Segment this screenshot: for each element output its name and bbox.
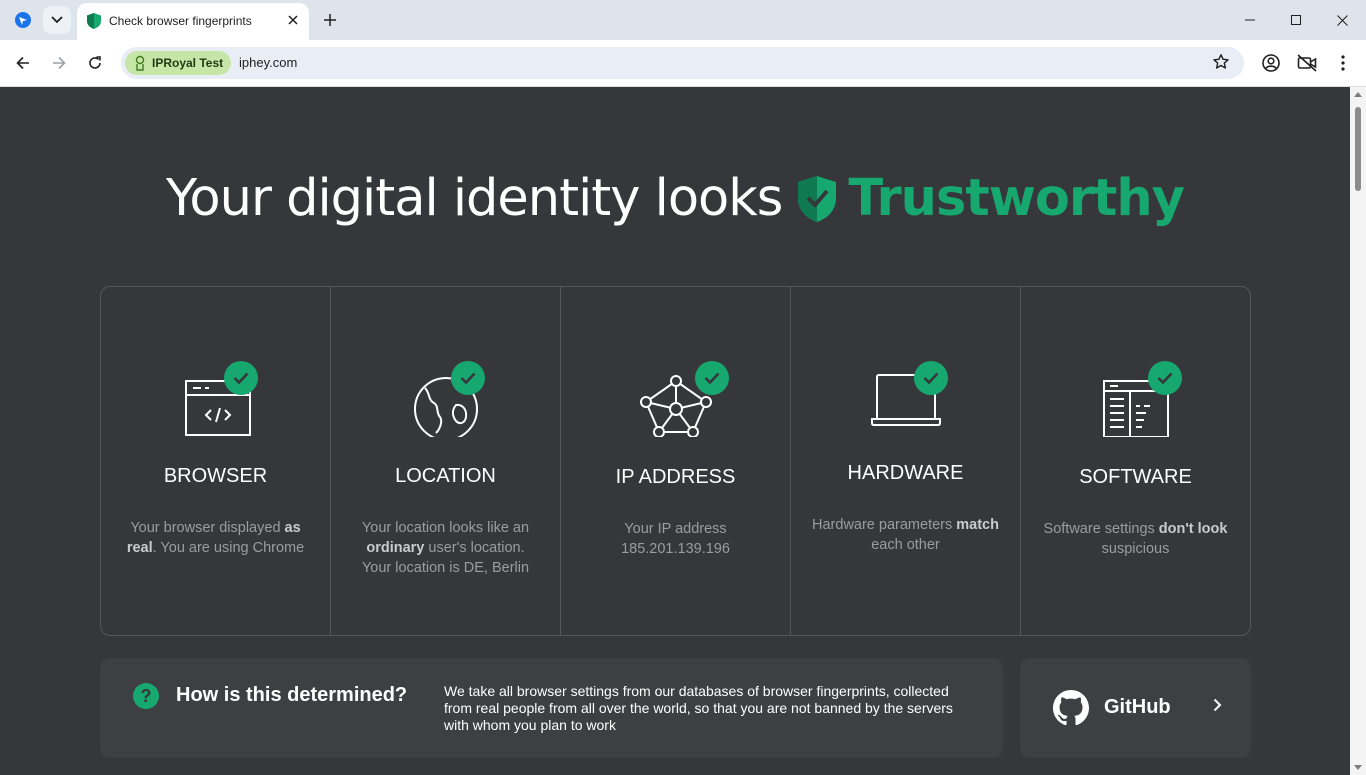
fingerprint-cards: BROWSER Your browser displayed as real. … bbox=[100, 286, 1251, 636]
menu-dots-icon[interactable] bbox=[1329, 49, 1357, 77]
reload-icon[interactable] bbox=[81, 49, 109, 77]
tab-strip: Check browser fingerprints bbox=[0, 0, 1366, 40]
shield-icon bbox=[796, 174, 838, 224]
card-description: Hardware parameters match each other bbox=[812, 517, 999, 553]
browser-code-icon bbox=[176, 361, 258, 437]
how-description: We take all browser settings from our da… bbox=[444, 683, 953, 733]
check-icon bbox=[1147, 361, 1182, 395]
hero-heading: Your digital identity looks Trustworthy bbox=[0, 169, 1350, 228]
check-icon bbox=[223, 361, 258, 395]
browser-toolbar: IPRoyal Test iphey.com bbox=[0, 40, 1366, 87]
card-title: SOFTWARE bbox=[1079, 466, 1192, 488]
profile-chip[interactable]: IPRoyal Test bbox=[125, 51, 232, 75]
page-scrollbar[interactable] bbox=[1350, 87, 1366, 775]
card-description: Your location looks like an ordinary use… bbox=[361, 520, 530, 576]
minimize-button[interactable] bbox=[1227, 0, 1273, 40]
card-description: Your browser displayed as real. You are … bbox=[126, 520, 305, 556]
card-title: HARDWARE bbox=[847, 462, 964, 484]
url-text[interactable]: iphey.com bbox=[239, 55, 297, 70]
chevron-right-icon bbox=[1213, 698, 1222, 717]
how-title: How is this determined? bbox=[176, 684, 408, 706]
check-icon bbox=[694, 361, 729, 395]
github-label: GitHub bbox=[1104, 696, 1171, 718]
active-tab[interactable]: Check browser fingerprints bbox=[77, 3, 309, 40]
card-description: Your IP address 185.201.139.196 bbox=[621, 521, 730, 557]
card-title: LOCATION bbox=[395, 465, 496, 487]
laptop-icon bbox=[866, 361, 948, 437]
scroll-down-arrow-icon[interactable] bbox=[1354, 765, 1362, 770]
tab-title: Check browser fingerprints bbox=[109, 14, 252, 28]
hero-prefix: Your digital identity looks bbox=[166, 169, 783, 228]
bookmark-star-icon[interactable] bbox=[1212, 53, 1230, 76]
globe-icon bbox=[406, 361, 486, 437]
card-description: Software settings don't look suspicious bbox=[1043, 521, 1228, 557]
card-title: BROWSER bbox=[163, 465, 268, 487]
card-hardware: HARDWARE Hardware parameters match each … bbox=[791, 287, 1021, 635]
how-determined-panel[interactable]: ? How is this determined? We take all br… bbox=[100, 658, 1003, 758]
network-icon bbox=[636, 361, 729, 437]
profile-chip-label: IPRoyal Test bbox=[152, 56, 224, 70]
card-ip-address: IP ADDRESS Your IP address 185.201.139.1… bbox=[561, 287, 791, 635]
camera-off-icon[interactable] bbox=[1293, 49, 1321, 77]
close-window-button[interactable] bbox=[1319, 0, 1365, 40]
address-bar[interactable]: IPRoyal Test iphey.com bbox=[121, 47, 1244, 79]
check-icon bbox=[450, 361, 485, 395]
maximize-button[interactable] bbox=[1273, 0, 1319, 40]
scroll-up-arrow-icon[interactable] bbox=[1354, 92, 1362, 97]
github-link[interactable]: GitHub bbox=[1020, 658, 1251, 758]
tab-search-button[interactable] bbox=[43, 6, 71, 34]
app-icon[interactable] bbox=[9, 6, 37, 34]
card-title: IP ADDRESS bbox=[615, 466, 736, 488]
back-arrow-icon[interactable] bbox=[9, 49, 37, 77]
scroll-thumb[interactable] bbox=[1355, 107, 1361, 191]
card-browser: BROWSER Your browser displayed as real. … bbox=[101, 287, 331, 635]
page-content: Your digital identity looks Trustworthy … bbox=[0, 87, 1350, 775]
hero-verdict: Trustworthy bbox=[848, 169, 1185, 228]
card-software: SOFTWARE Software settings don't look su… bbox=[1021, 287, 1250, 635]
forward-arrow-icon[interactable] bbox=[45, 49, 73, 77]
check-icon bbox=[913, 361, 948, 395]
close-tab-icon[interactable] bbox=[283, 10, 303, 30]
question-icon: ? bbox=[133, 683, 159, 709]
software-window-icon bbox=[1096, 361, 1182, 437]
card-location: LOCATION Your location looks like an ord… bbox=[331, 287, 561, 635]
shield-favicon-icon bbox=[86, 12, 102, 35]
account-icon[interactable] bbox=[1257, 49, 1285, 77]
github-icon bbox=[1053, 690, 1089, 731]
new-tab-button[interactable] bbox=[316, 6, 344, 34]
